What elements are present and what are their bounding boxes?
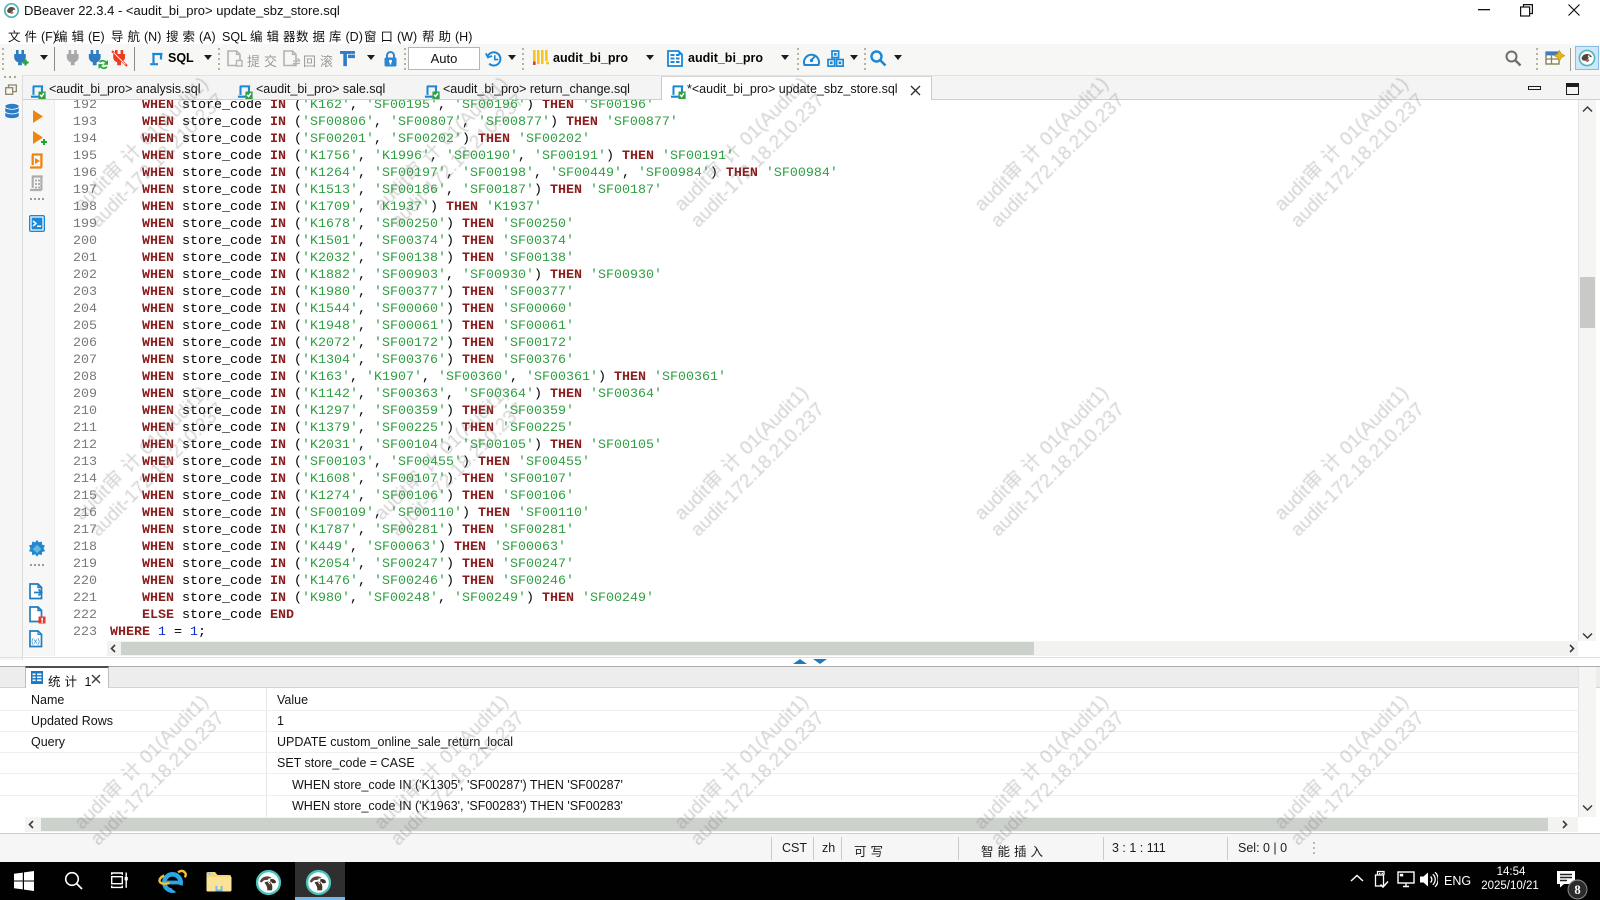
svg-text:(x): (x) [31,637,40,646]
svg-text:8: 8 [1574,883,1580,897]
